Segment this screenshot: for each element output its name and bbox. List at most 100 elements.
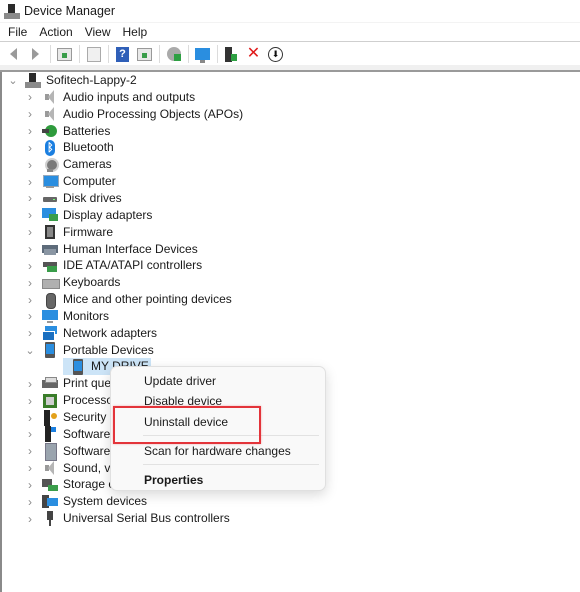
chevron-right-icon[interactable]: › xyxy=(25,476,35,493)
tree-category[interactable]: › Audio inputs and outputs xyxy=(25,89,195,106)
tree-item-label: Universal Serial Bus controllers xyxy=(63,511,230,526)
computer-root-icon xyxy=(25,72,41,89)
tree-item-label: Computer xyxy=(63,174,116,189)
scan-hardware-icon xyxy=(195,48,210,63)
chevron-down-icon[interactable]: ⌄ xyxy=(8,72,18,89)
help-button[interactable]: ? xyxy=(113,45,132,64)
chevron-right-icon[interactable]: › xyxy=(25,173,35,190)
chevron-right-icon[interactable]: › xyxy=(25,392,35,409)
ide-controller-icon xyxy=(42,258,58,274)
chevron-right-icon[interactable]: › xyxy=(25,89,35,106)
tree-category[interactable]: › Keyboards xyxy=(25,274,120,291)
portable-device-icon xyxy=(70,358,86,375)
properties-button[interactable] xyxy=(84,45,103,64)
chevron-right-icon[interactable]: › xyxy=(25,106,35,123)
enable-device-icon xyxy=(225,46,237,62)
tree-category[interactable]: › Computer xyxy=(25,173,116,190)
enable-device-button[interactable] xyxy=(222,45,241,64)
tree-category[interactable]: › Universal Serial Bus controllers xyxy=(25,510,230,527)
chevron-right-icon[interactable]: › xyxy=(25,241,35,258)
context-menu-scan-hardware[interactable]: Scan for hardware changes xyxy=(111,441,327,461)
chevron-right-icon[interactable]: › xyxy=(25,375,35,392)
tree-item-label: IDE ATA/ATAPI controllers xyxy=(63,258,203,273)
menu-view[interactable]: View xyxy=(79,22,117,42)
show-action-pane-button[interactable] xyxy=(135,45,154,64)
tree-category[interactable]: › Cameras xyxy=(25,156,112,173)
tree-category[interactable]: › Disk drives xyxy=(25,190,122,207)
computer-icon xyxy=(42,174,59,190)
chevron-right-icon[interactable]: › xyxy=(25,443,35,460)
chevron-right-icon[interactable]: › xyxy=(25,190,35,207)
context-menu-update-driver[interactable]: Update driver xyxy=(111,371,327,391)
tree-category[interactable]: › Batteries xyxy=(25,123,110,140)
tree-item-label: Monitors xyxy=(63,308,110,323)
chevron-right-icon[interactable]: › xyxy=(25,409,35,426)
chevron-right-icon[interactable]: › xyxy=(25,274,35,291)
tree-category[interactable]: › Monitors xyxy=(25,308,109,325)
chevron-right-icon[interactable]: › xyxy=(25,224,35,241)
forward-button[interactable] xyxy=(26,45,45,64)
tree-item-label: Portable Devices xyxy=(63,342,154,357)
chevron-right-icon[interactable]: › xyxy=(25,156,35,173)
tree-item-label: Audio inputs and outputs xyxy=(63,89,196,104)
context-menu-separator xyxy=(143,464,319,465)
mouse-icon xyxy=(42,292,58,309)
printer-icon xyxy=(42,376,58,392)
software-component-icon xyxy=(42,426,58,443)
disk-drive-icon xyxy=(42,190,58,206)
chevron-right-icon[interactable]: › xyxy=(25,207,35,224)
menu-bar: File Action View Help xyxy=(0,22,580,42)
action-pane-icon xyxy=(137,47,152,61)
chevron-right-icon[interactable]: › xyxy=(25,123,35,140)
tree-category[interactable]: › IDE ATA/ATAPI controllers xyxy=(25,257,202,274)
disable-device-button[interactable]: ⬇ xyxy=(266,45,285,64)
tree-category[interactable]: › Network adapters xyxy=(25,325,157,342)
tree-root[interactable]: ⌄ Sofitech-Lappy-2 xyxy=(8,72,137,89)
tree-item-label: Sofitech-Lappy-2 xyxy=(46,73,137,87)
back-button[interactable] xyxy=(4,45,23,64)
tree-item-label: Audio Processing Objects (APOs) xyxy=(63,106,244,121)
tree-category[interactable]: › Human Interface Devices xyxy=(25,241,198,258)
tree-category[interactable]: › Mice and other pointing devices xyxy=(25,291,232,309)
scan-hardware-button[interactable] xyxy=(193,45,212,64)
menu-action[interactable]: Action xyxy=(33,22,78,42)
chevron-right-icon[interactable]: › xyxy=(25,510,35,527)
chevron-right-icon[interactable]: › xyxy=(25,308,35,325)
tree-item-label: Keyboards xyxy=(63,275,121,290)
update-driver-button[interactable] xyxy=(164,45,183,64)
tree-item-label: System devices xyxy=(63,494,148,509)
uninstall-highlight-box xyxy=(113,406,261,444)
tree-category[interactable]: › Display adapters xyxy=(25,207,152,224)
arrow-right-icon xyxy=(32,48,39,60)
uninstall-device-button[interactable]: ✕ xyxy=(244,45,263,64)
tree-category[interactable]: › Processors xyxy=(25,392,123,409)
chevron-right-icon[interactable]: › xyxy=(25,291,35,308)
processor-icon xyxy=(42,393,58,409)
network-adapter-icon xyxy=(42,325,58,342)
chevron-down-icon[interactable]: ⌄ xyxy=(25,342,35,359)
chevron-right-icon[interactable]: › xyxy=(25,460,35,477)
bluetooth-icon: ᛒ xyxy=(42,139,58,156)
system-device-icon xyxy=(42,494,58,510)
tree-category[interactable]: ⌄ Portable Devices xyxy=(25,342,154,359)
tree-item-label: Human Interface Devices xyxy=(63,241,198,256)
tree-item-label: Mice and other pointing devices xyxy=(63,292,232,307)
chevron-right-icon[interactable]: › xyxy=(25,493,35,510)
toolbar: ? ✕ ⬇ xyxy=(0,43,580,65)
tree-category[interactable]: › Audio Processing Objects (APOs) xyxy=(25,106,243,123)
tree-item-label: Batteries xyxy=(63,123,111,138)
chevron-right-icon[interactable]: › xyxy=(25,426,35,443)
chevron-right-icon[interactable]: › xyxy=(25,139,35,156)
storage-controller-icon xyxy=(42,477,58,493)
show-hide-console-tree-button[interactable] xyxy=(55,45,74,64)
chevron-right-icon[interactable]: › xyxy=(25,325,35,342)
menu-help[interactable]: Help xyxy=(117,22,154,42)
context-menu-properties[interactable]: Properties xyxy=(111,470,327,490)
menu-file[interactable]: File xyxy=(0,22,33,42)
tree-category[interactable]: › System devices xyxy=(25,493,147,510)
arrow-left-icon xyxy=(10,48,17,60)
update-driver-icon xyxy=(166,47,181,61)
tree-category[interactable]: › ᛒ Bluetooth xyxy=(25,139,114,156)
chevron-right-icon[interactable]: › xyxy=(25,257,35,274)
tree-category[interactable]: › Firmware xyxy=(25,224,113,241)
